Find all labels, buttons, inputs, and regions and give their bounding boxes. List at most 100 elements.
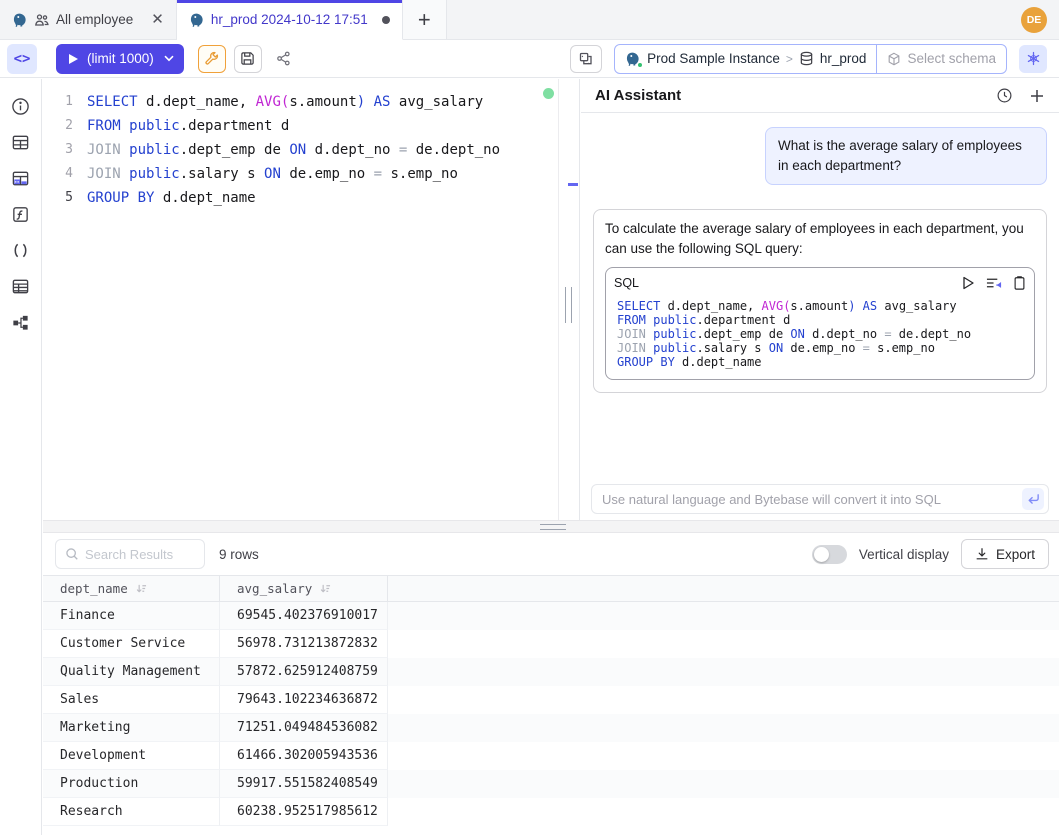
results-resize-divider[interactable] bbox=[43, 520, 1059, 533]
run-query-button[interactable]: (limit 1000) bbox=[56, 44, 184, 74]
table-cell[interactable]: Customer Service bbox=[43, 630, 220, 658]
share-button[interactable] bbox=[270, 45, 298, 73]
format-sql-button[interactable] bbox=[198, 45, 226, 73]
database-selector[interactable]: Prod Sample Instance > hr_prod bbox=[615, 45, 876, 73]
database-icon bbox=[799, 51, 814, 66]
sql-code-block: SQL SELECT d.dept_name, AVG(s.amount) AS… bbox=[605, 267, 1035, 380]
close-icon[interactable]: ✕ bbox=[151, 12, 164, 27]
tab-label: hr_prod 2024-10-12 17:51 bbox=[211, 12, 368, 27]
functions-icon[interactable] bbox=[9, 203, 32, 226]
instance-health-dot bbox=[637, 62, 643, 68]
ai-assistant-button[interactable] bbox=[1019, 45, 1047, 73]
tab-hr-prod[interactable]: hr_prod 2024-10-12 17:51 bbox=[177, 0, 403, 40]
line-number: 2 bbox=[43, 114, 87, 138]
sample-data-icon[interactable] bbox=[9, 167, 32, 190]
export-button[interactable]: Export bbox=[961, 539, 1049, 569]
new-tab-button[interactable]: + bbox=[403, 0, 447, 39]
sql-editor-app: All employee ✕ hr_prod 2024-10-12 17:51 … bbox=[0, 0, 1059, 835]
sql-block-label: SQL bbox=[614, 273, 639, 293]
batch-mode-button[interactable] bbox=[570, 45, 602, 73]
results-table: dept_name avg_salary Finance69545.402376… bbox=[43, 575, 1059, 826]
user-message: What is the average salary of employees … bbox=[765, 127, 1047, 185]
table-row[interactable]: Development61466.302005943536 bbox=[43, 742, 1059, 770]
tab-label: All employee bbox=[56, 12, 133, 27]
chevron-down-icon[interactable] bbox=[164, 55, 174, 62]
vertical-display-toggle[interactable] bbox=[812, 545, 847, 564]
divider-drag-handle[interactable] bbox=[540, 524, 566, 530]
table-row[interactable]: Customer Service56978.731213872832 bbox=[43, 630, 1059, 658]
divider-drag-handle[interactable] bbox=[565, 287, 572, 323]
table-cell[interactable]: Sales bbox=[43, 686, 220, 714]
submit-enter-icon[interactable] bbox=[1022, 488, 1044, 510]
table-header-row: dept_name avg_salary bbox=[43, 575, 1059, 602]
code-line[interactable]: 4JOIN public.salary s ON de.emp_no = s.e… bbox=[43, 162, 558, 186]
connection-health-dot bbox=[543, 88, 554, 99]
external-tables-icon[interactable] bbox=[9, 275, 32, 298]
table-cell[interactable]: Research bbox=[43, 798, 220, 826]
code-line[interactable]: 3JOIN public.dept_emp de ON d.dept_no = … bbox=[43, 138, 558, 162]
table-row[interactable]: Production59917.551582408549 bbox=[43, 770, 1059, 798]
table-row[interactable]: Research60238.952517985612 bbox=[43, 798, 1059, 826]
openai-icon bbox=[1025, 50, 1042, 67]
code-panel-toggle-button[interactable]: <> bbox=[7, 44, 37, 74]
assistant-message: To calculate the average salary of emplo… bbox=[593, 209, 1047, 393]
table-cell[interactable]: 79643.102234636872 bbox=[220, 686, 388, 714]
share-icon bbox=[276, 51, 291, 66]
unsaved-dot bbox=[382, 16, 390, 24]
table-row[interactable]: Finance69545.402376910017 bbox=[43, 602, 1059, 630]
table-cell[interactable]: Marketing bbox=[43, 714, 220, 742]
column-header-avg-salary[interactable]: avg_salary bbox=[220, 576, 388, 601]
code-line[interactable]: 5GROUP BY d.dept_name bbox=[43, 186, 558, 210]
ai-prompt-input[interactable] bbox=[591, 484, 1049, 514]
schema-diagram-icon[interactable] bbox=[9, 311, 32, 334]
ai-assistant-panel: AI Assistant What is the average salary … bbox=[581, 79, 1059, 525]
breadcrumb-separator: > bbox=[786, 52, 793, 66]
sort-icon[interactable] bbox=[319, 583, 331, 594]
avatar[interactable]: DE bbox=[1021, 7, 1047, 33]
sort-icon[interactable] bbox=[135, 583, 147, 594]
sql-code-line: JOIN public.dept_emp de ON d.dept_no = d… bbox=[617, 327, 1026, 341]
copy-icon[interactable] bbox=[1013, 276, 1026, 290]
code-line[interactable]: 2FROM public.department d bbox=[43, 114, 558, 138]
editor-code[interactable]: 1SELECT d.dept_name, AVG(s.amount) AS av… bbox=[43, 79, 558, 210]
table-body: Finance69545.402376910017Customer Servic… bbox=[43, 602, 1059, 826]
sql-code-lines: SELECT d.dept_name, AVG(s.amount) AS avg… bbox=[614, 299, 1026, 369]
history-icon[interactable] bbox=[996, 87, 1013, 104]
procedures-icon[interactable] bbox=[9, 239, 32, 262]
table-cell[interactable]: 69545.402376910017 bbox=[220, 602, 388, 630]
search-results-box[interactable] bbox=[55, 539, 205, 569]
table-cell[interactable]: 60238.952517985612 bbox=[220, 798, 388, 826]
search-results-input[interactable] bbox=[85, 547, 195, 562]
schema-selector[interactable]: Select schema bbox=[876, 45, 1006, 73]
save-sheet-button[interactable] bbox=[234, 45, 262, 73]
column-header-dept-name[interactable]: dept_name bbox=[43, 576, 220, 601]
table-row[interactable]: Quality Management57872.625912408759 bbox=[43, 658, 1059, 686]
table-cell[interactable]: 61466.302005943536 bbox=[220, 742, 388, 770]
run-button-label: (limit 1000) bbox=[87, 51, 154, 66]
sql-code-line: GROUP BY d.dept_name bbox=[617, 355, 1026, 369]
table-cell[interactable]: Development bbox=[43, 742, 220, 770]
table-cell[interactable]: Finance bbox=[43, 602, 220, 630]
info-icon[interactable] bbox=[9, 95, 32, 118]
sql-editor[interactable]: 1SELECT d.dept_name, AVG(s.amount) AS av… bbox=[43, 79, 558, 520]
code-line[interactable]: 1SELECT d.dept_name, AVG(s.amount) AS av… bbox=[43, 90, 558, 114]
tables-icon[interactable] bbox=[9, 131, 32, 154]
table-cell[interactable]: 56978.731213872832 bbox=[220, 630, 388, 658]
postgres-icon bbox=[12, 12, 28, 28]
connection-selector: Prod Sample Instance > hr_prod Select sc… bbox=[614, 44, 1007, 74]
run-sql-icon[interactable] bbox=[962, 276, 975, 290]
table-cell[interactable]: Production bbox=[43, 770, 220, 798]
table-cell[interactable]: 57872.625912408759 bbox=[220, 658, 388, 686]
panel-resize-divider[interactable] bbox=[558, 79, 580, 520]
table-row[interactable]: Marketing71251.049484536082 bbox=[43, 714, 1059, 742]
tab-all-employee[interactable]: All employee ✕ bbox=[0, 0, 177, 39]
line-number: 4 bbox=[43, 162, 87, 186]
toggle-knob bbox=[814, 547, 829, 562]
table-cell[interactable]: 71251.049484536082 bbox=[220, 714, 388, 742]
table-cell[interactable]: 59917.551582408549 bbox=[220, 770, 388, 798]
table-cell[interactable]: Quality Management bbox=[43, 658, 220, 686]
new-chat-icon[interactable] bbox=[1029, 88, 1045, 104]
export-button-label: Export bbox=[996, 547, 1035, 562]
table-row[interactable]: Sales79643.102234636872 bbox=[43, 686, 1059, 714]
insert-into-editor-icon[interactable] bbox=[986, 276, 1002, 290]
